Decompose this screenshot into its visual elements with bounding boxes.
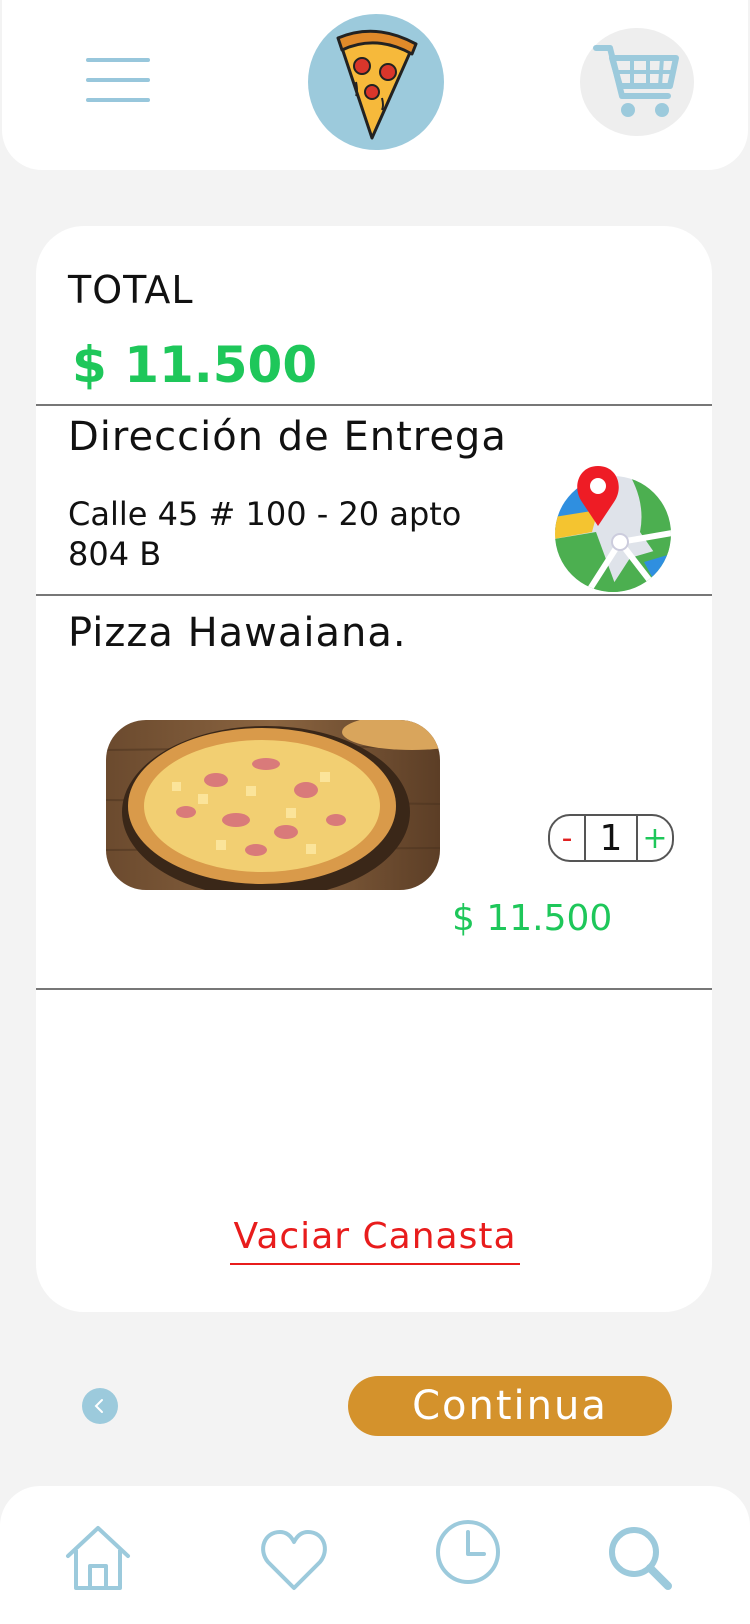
chevron-left-icon — [94, 1399, 103, 1413]
divider — [36, 594, 712, 596]
item-price: $ 11.500 — [452, 898, 613, 939]
clock-icon[interactable] — [432, 1516, 504, 1588]
continue-button[interactable]: Continua — [348, 1376, 672, 1436]
shopping-cart-button[interactable] — [580, 28, 694, 136]
empty-cart-link[interactable]: Vaciar Canasta — [230, 1216, 520, 1265]
cart-card: TOTAL $ 11.500 Dirección de Entrega Call… — [36, 226, 712, 1312]
increase-quantity-button[interactable]: + — [636, 816, 672, 860]
divider — [36, 404, 712, 406]
item-name: Pizza Hawaiana. — [68, 610, 407, 656]
hamburger-menu-icon[interactable] — [86, 58, 150, 108]
divider — [36, 988, 712, 990]
quantity-value: 1 — [599, 817, 623, 859]
delivery-title: Dirección de Entrega — [68, 414, 507, 460]
delivery-address: Calle 45 # 100 - 20 apto 804 B — [68, 495, 462, 573]
shopping-cart-icon — [593, 45, 679, 117]
search-icon[interactable] — [604, 1522, 676, 1594]
total-label: TOTAL — [68, 268, 194, 312]
pizza-image — [106, 720, 440, 890]
heart-icon[interactable] — [258, 1524, 330, 1596]
pizza-slice-icon — [308, 14, 444, 150]
decrease-quantity-button[interactable]: - — [550, 816, 586, 860]
home-icon[interactable] — [62, 1522, 134, 1594]
map-pin-icon[interactable] — [548, 462, 678, 592]
quantity-stepper[interactable]: - 1 + — [548, 814, 674, 862]
total-value: $ 11.500 — [72, 336, 318, 394]
back-button[interactable] — [82, 1388, 118, 1424]
